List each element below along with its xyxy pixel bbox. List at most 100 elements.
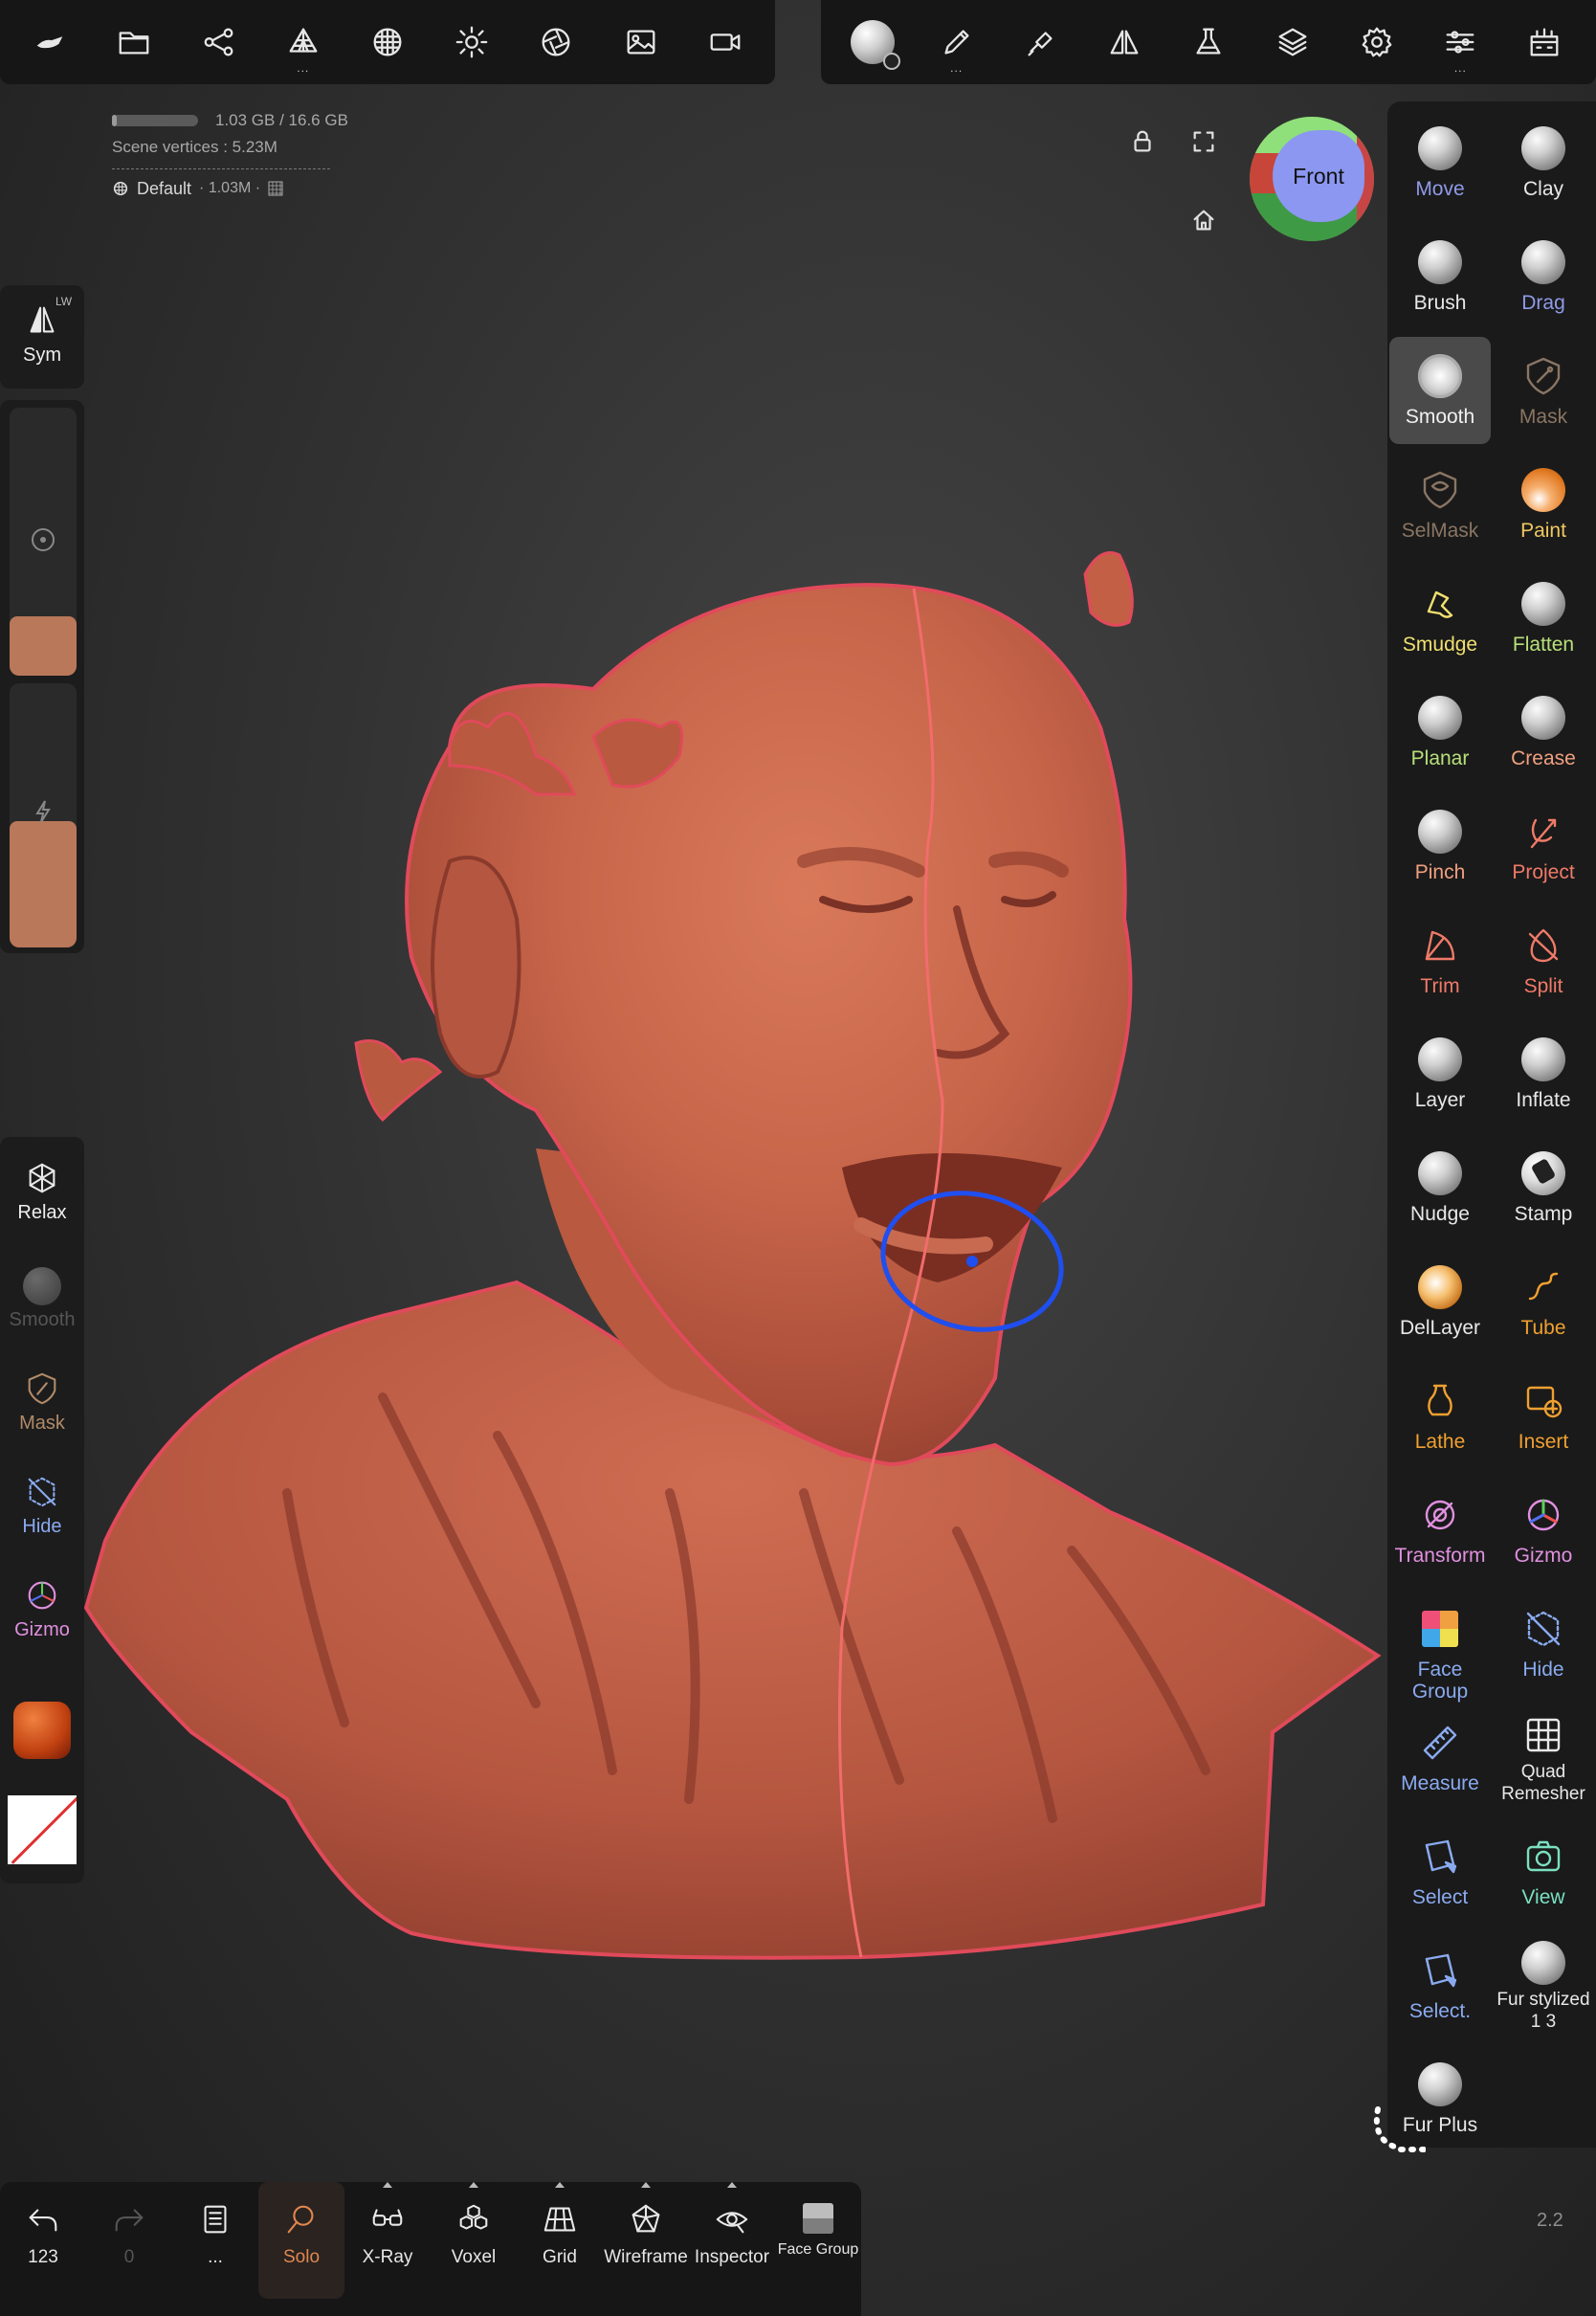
- scene-menu-button[interactable]: ...: [172, 2182, 258, 2299]
- relax-button[interactable]: Relax: [0, 1160, 84, 1224]
- tool-insert[interactable]: Insert: [1493, 1362, 1594, 1469]
- tool-label: Mask: [1518, 406, 1568, 428]
- sym-button[interactable]: Sym: [0, 302, 84, 367]
- redo-count: 0: [123, 2247, 135, 2267]
- tool-paint[interactable]: Paint: [1493, 451, 1594, 558]
- face-group-label: Face Group: [777, 2241, 859, 2258]
- face-group-swatch-icon: [803, 2203, 833, 2234]
- wireframe-label: Wireframe: [604, 2247, 688, 2267]
- tool-brush[interactable]: Brush: [1389, 223, 1491, 330]
- grid-button[interactable]: Grid: [517, 2182, 603, 2299]
- tool-label: Lathe: [1414, 1431, 1466, 1453]
- inspector-button[interactable]: Inspector: [689, 2182, 775, 2299]
- tool-label: Stamp: [1514, 1203, 1573, 1225]
- view-icon: [1519, 1833, 1567, 1881]
- sym-label: Sym: [23, 345, 61, 366]
- hide-icon: [1519, 1605, 1567, 1653]
- quick-hide-button[interactable]: Hide: [0, 1474, 84, 1538]
- sphere-icon: [1519, 1939, 1567, 1987]
- tool-transform[interactable]: Transform: [1389, 1476, 1491, 1583]
- bottom-toolbar: 123 0 ... Solo X-Ray Voxel Grid Wirefram…: [0, 2182, 861, 2316]
- tool-stamp[interactable]: Stamp: [1493, 1134, 1594, 1241]
- tool-gizmo[interactable]: Gizmo: [1493, 1476, 1594, 1583]
- tool-quad-remesher[interactable]: Quad Remesher: [1493, 1704, 1594, 1811]
- quick-smooth-button[interactable]: Smooth: [0, 1267, 84, 1331]
- quick-mask-button[interactable]: Mask: [0, 1370, 84, 1435]
- tube-icon: [1519, 1263, 1567, 1311]
- insert-icon: [1519, 1377, 1567, 1425]
- tool-lathe[interactable]: Lathe: [1389, 1362, 1491, 1469]
- tool-inflate[interactable]: Inflate: [1493, 1020, 1594, 1127]
- facegroup-icon: [1416, 1605, 1464, 1653]
- tool-label: Select.: [1408, 2000, 1472, 2022]
- wireframe-icon: [632, 2204, 660, 2233]
- relax-icon: [29, 1163, 55, 1193]
- undo-button[interactable]: 123: [0, 2182, 86, 2299]
- tool-pinch[interactable]: Pinch: [1389, 792, 1491, 900]
- tool-smooth[interactable]: Smooth: [1389, 337, 1491, 444]
- transform-icon: [1416, 1491, 1464, 1539]
- voxel-cubes-icon: [459, 2204, 488, 2230]
- tool-clay[interactable]: Clay: [1493, 109, 1594, 216]
- radius-slider[interactable]: [10, 408, 77, 676]
- tool-move[interactable]: Move: [1389, 109, 1491, 216]
- sphere-icon: [1519, 580, 1567, 628]
- tool-dellayer[interactable]: DelLayer: [1389, 1248, 1491, 1355]
- voxel-button[interactable]: Voxel: [431, 2182, 517, 2299]
- select-icon: [1416, 1947, 1464, 1994]
- version-label: 2.2: [1537, 2210, 1563, 2231]
- tool-fur-stylized-1-3[interactable]: Fur stylized 1 3: [1493, 1931, 1594, 2038]
- quick-mask-label: Mask: [19, 1413, 65, 1434]
- tool-label: Insert: [1518, 1431, 1569, 1453]
- tool-mask[interactable]: Mask: [1493, 337, 1594, 444]
- tool-select[interactable]: Select: [1389, 1817, 1491, 1925]
- tool-smudge[interactable]: Smudge: [1389, 565, 1491, 672]
- tool-layer[interactable]: Layer: [1389, 1020, 1491, 1127]
- material-swatch[interactable]: [13, 1702, 71, 1759]
- intensity-slider[interactable]: [10, 683, 77, 947]
- face-group-button[interactable]: Face Group: [775, 2182, 861, 2299]
- tool-planar[interactable]: Planar: [1389, 679, 1491, 786]
- select-icon: [1416, 1833, 1464, 1881]
- measure-icon: [1416, 1719, 1464, 1767]
- tool-crease[interactable]: Crease: [1493, 679, 1594, 786]
- tool-label: Hide: [1522, 1659, 1564, 1681]
- sphere-icon: [1416, 1036, 1464, 1083]
- tool-label: Drag: [1521, 292, 1565, 314]
- tool-split[interactable]: Split: [1493, 906, 1594, 1013]
- quick-smooth-label: Smooth: [9, 1309, 76, 1330]
- sphere-icon: [1416, 694, 1464, 742]
- scene-menu-label: ...: [208, 2247, 223, 2267]
- tool-hide[interactable]: Hide: [1493, 1590, 1594, 1697]
- tool-label: SelMask: [1401, 520, 1479, 542]
- tool-selmask[interactable]: SelMask: [1389, 451, 1491, 558]
- grid-icon: [543, 2207, 576, 2232]
- tool-label: Select: [1411, 1886, 1469, 1908]
- tool-drag[interactable]: Drag: [1493, 223, 1594, 330]
- tool-project[interactable]: Project: [1493, 792, 1594, 900]
- tool-view[interactable]: View: [1493, 1817, 1594, 1925]
- sculpt-model[interactable]: [0, 0, 1596, 2316]
- tool-label: Split: [1523, 975, 1563, 997]
- trim-icon: [1416, 922, 1464, 969]
- tool-label: Layer: [1414, 1089, 1466, 1111]
- wireframe-button[interactable]: Wireframe: [603, 2182, 689, 2299]
- stamp-icon: [1519, 1149, 1567, 1197]
- scene-list-icon: [204, 2205, 227, 2234]
- tool-measure[interactable]: Measure: [1389, 1704, 1491, 1811]
- tool-nudge[interactable]: Nudge: [1389, 1134, 1491, 1241]
- dellayer-icon: [1416, 1263, 1464, 1311]
- tool-face-group[interactable]: Face Group: [1389, 1590, 1491, 1703]
- radius-icon: [32, 528, 55, 551]
- redo-button[interactable]: 0: [86, 2182, 172, 2299]
- tool-tube[interactable]: Tube: [1493, 1248, 1594, 1355]
- quick-gizmo-button[interactable]: Gizmo: [0, 1577, 84, 1641]
- no-texture-swatch[interactable]: [8, 1795, 77, 1864]
- xray-button[interactable]: X-Ray: [344, 2182, 431, 2299]
- tool-label: Crease: [1511, 747, 1576, 769]
- solo-button[interactable]: Solo: [258, 2182, 344, 2299]
- tool-flatten[interactable]: Flatten: [1493, 565, 1594, 672]
- tool-label: Clay: [1522, 178, 1563, 200]
- tool-trim[interactable]: Trim: [1389, 906, 1491, 1013]
- tool-select[interactable]: Select.: [1389, 1931, 1491, 2038]
